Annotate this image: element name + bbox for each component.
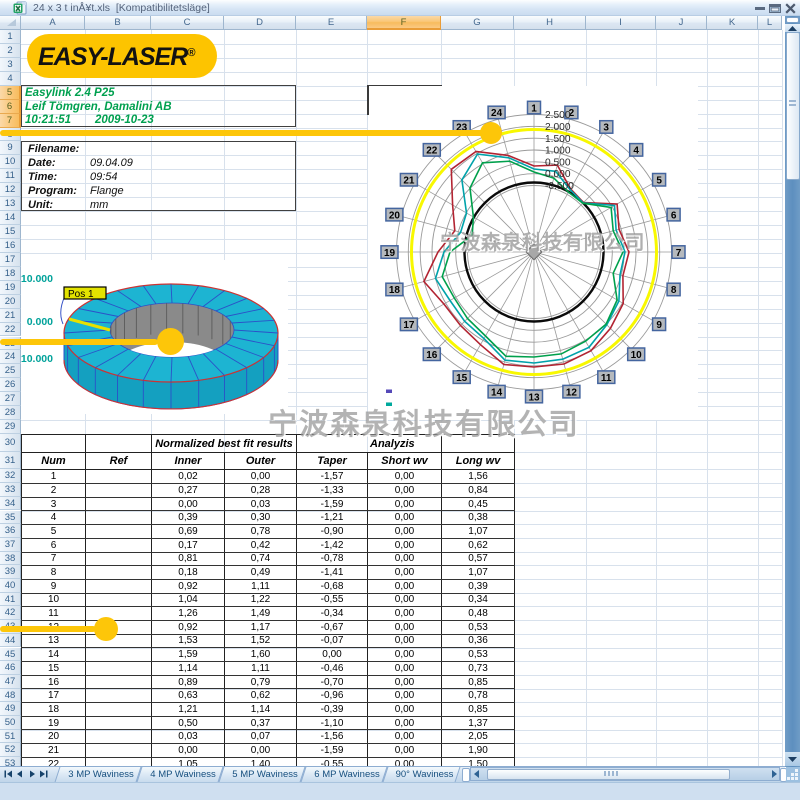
svg-text:21: 21 [403, 176, 415, 187]
svg-text:18: 18 [389, 285, 401, 296]
svg-text:6: 6 [671, 210, 677, 221]
svg-text:5: 5 [656, 176, 662, 187]
svg-text:10: 10 [631, 350, 643, 361]
svg-text:9: 9 [656, 320, 662, 331]
svg-text:3: 3 [603, 123, 609, 134]
svg-text:0.000: 0.000 [545, 169, 571, 180]
svg-text:14: 14 [491, 387, 503, 398]
svg-text:20: 20 [389, 210, 401, 221]
svg-text:Pos 1: Pos 1 [68, 289, 94, 300]
svg-text:19: 19 [384, 248, 396, 259]
svg-text:15: 15 [456, 373, 468, 384]
svg-text:2.500: 2.500 [545, 110, 571, 121]
svg-text:2.000: 2.000 [545, 122, 571, 133]
svg-text:12: 12 [566, 387, 578, 398]
svg-text:1.000: 1.000 [545, 146, 571, 157]
svg-text:1: 1 [531, 103, 537, 114]
svg-text:8: 8 [671, 285, 677, 296]
svg-text:22: 22 [426, 146, 438, 157]
svg-text:16: 16 [426, 350, 438, 361]
svg-text:-0.500: -0.500 [545, 181, 574, 192]
svg-text:24: 24 [491, 108, 503, 119]
svg-text:11: 11 [601, 373, 612, 384]
svg-text:1.500: 1.500 [545, 134, 571, 145]
svg-text:4: 4 [633, 146, 639, 157]
svg-text:0.500: 0.500 [545, 157, 571, 168]
svg-text:13: 13 [528, 392, 540, 403]
svg-text:17: 17 [403, 320, 415, 331]
